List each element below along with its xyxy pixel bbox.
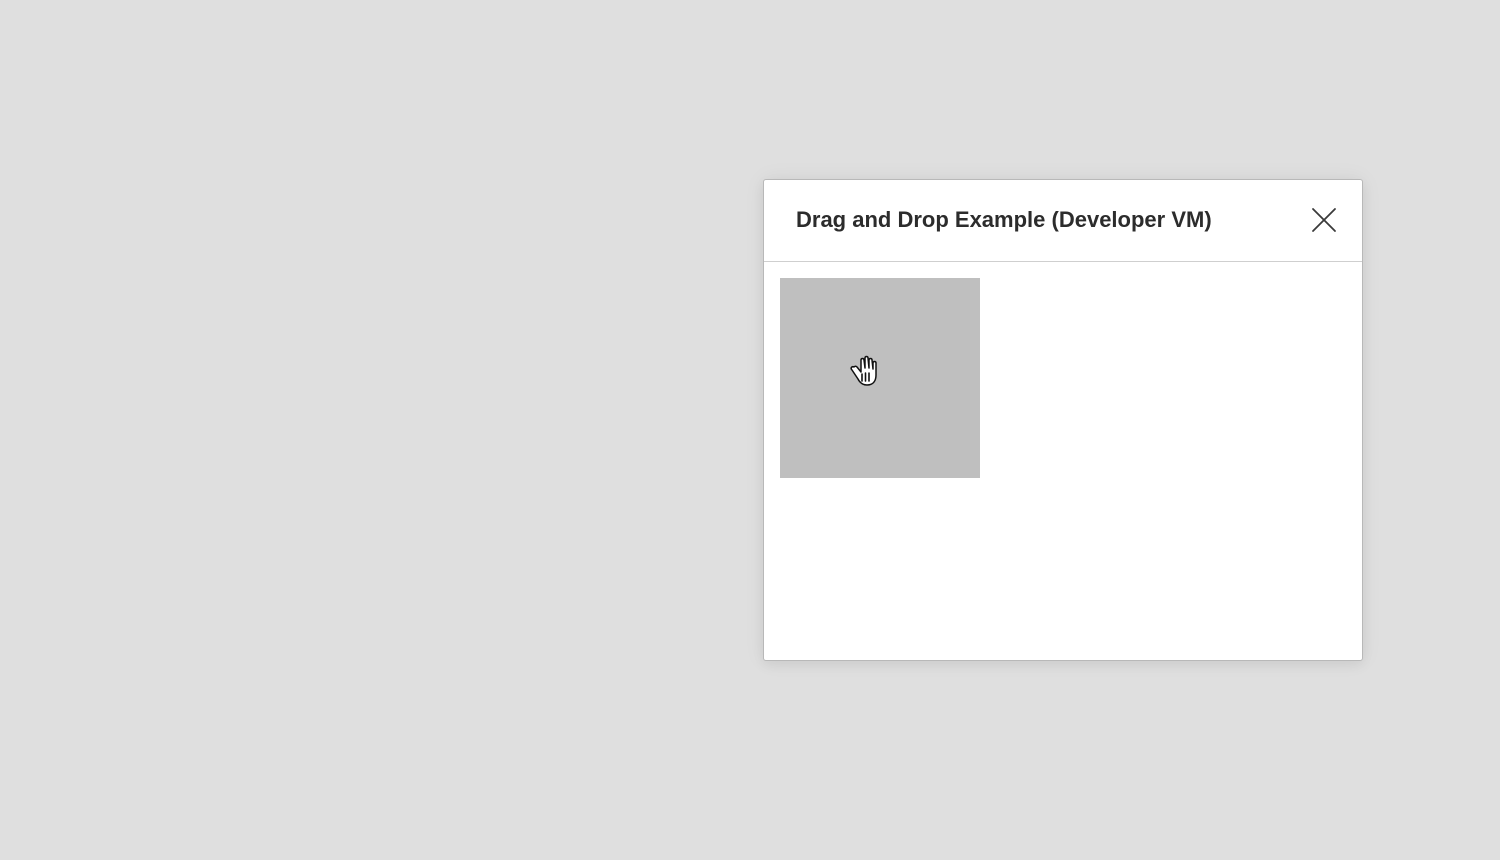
- grab-hand-cursor-icon: [846, 352, 880, 388]
- draggable-box[interactable]: [780, 278, 980, 478]
- close-icon: [1311, 207, 1337, 233]
- dialog-title: Drag and Drop Example (Developer VM): [796, 207, 1212, 232]
- close-button[interactable]: [1309, 205, 1339, 235]
- drag-drop-dialog: Drag and Drop Example (Developer VM): [763, 179, 1363, 661]
- dialog-header: Drag and Drop Example (Developer VM): [764, 180, 1362, 262]
